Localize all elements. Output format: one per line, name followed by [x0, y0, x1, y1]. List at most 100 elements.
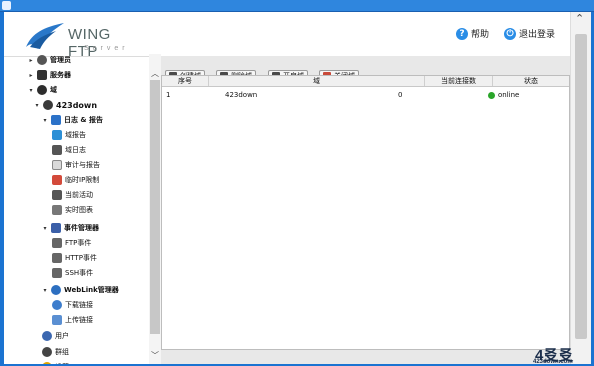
page-scrollbar[interactable]: ⌃: [570, 12, 591, 364]
tree-label: SSH事件: [65, 269, 94, 277]
brand-subtitle: Server: [84, 45, 129, 52]
tree-label: 423down: [56, 100, 98, 110]
tree-item-http-event[interactable]: HTTP事件: [52, 252, 97, 264]
tree-item-users[interactable]: 用户: [42, 330, 69, 342]
domain-icon: [43, 100, 53, 110]
domains-table: 序号 域 当前连接数 状态 1 423down 0 online: [161, 75, 570, 350]
wingftp-logo: WING FTP Server: [22, 21, 125, 60]
tree-item-temp-ip[interactable]: 临时IP限制: [52, 174, 99, 186]
column-header-connections[interactable]: 当前连接数: [425, 76, 493, 86]
tree-item-domain-log[interactable]: 域日志: [52, 144, 86, 156]
tree-item-domain-423down[interactable]: ▾ 423down: [34, 99, 97, 111]
collapse-arrow-icon[interactable]: ▾: [34, 102, 40, 109]
chevron-down-icon[interactable]: ﹀: [151, 350, 159, 361]
tree-label: 服务器: [50, 71, 71, 79]
tree-item-current-activity[interactable]: 当前活动: [52, 189, 93, 201]
report-icon: [52, 130, 62, 140]
watermark-small: 423down.com: [533, 359, 573, 365]
weblink-icon: [51, 285, 61, 295]
log-book-icon: [51, 115, 61, 125]
cell-index: 1: [166, 91, 171, 99]
tree-label: 实时图表: [65, 206, 93, 214]
collapse-arrow-icon[interactable]: ▾: [28, 87, 34, 94]
tree-item-domains[interactable]: ▾ 域: [28, 84, 57, 96]
tree-label: HTTP事件: [65, 254, 97, 262]
download-icon: [52, 300, 62, 310]
collapse-arrow-icon[interactable]: ▾: [42, 225, 48, 232]
event-icon: [51, 223, 61, 233]
tree-label: 管理员: [50, 56, 71, 64]
watermark-logo: 4㕛㕛 423down.com: [533, 344, 594, 366]
http-event-icon: [52, 253, 62, 263]
domains-icon: [37, 85, 47, 95]
scroll-up-icon[interactable]: ⌃: [575, 12, 584, 25]
expand-arrow-icon[interactable]: ▸: [28, 72, 34, 79]
tree-item-ssh-event[interactable]: SSH事件: [52, 267, 93, 279]
expand-arrow-icon[interactable]: ▸: [28, 57, 34, 64]
tree-label: WebLink管理器: [64, 286, 119, 294]
tree-label: 域: [50, 86, 57, 94]
table-row[interactable]: 1 423down 0 online: [162, 88, 569, 102]
tree-label: 审计与报告: [65, 161, 100, 169]
window-titlebar: [0, 0, 594, 12]
sidebar-tree: ▸ 管理员 ▸ 服务器 ▾ 域 ▾ 423down ▾ 日志 & 报告 域报告: [22, 54, 149, 364]
group-icon: [42, 347, 52, 357]
ssh-event-icon: [52, 268, 62, 278]
tree-item-audit-report[interactable]: 审计与报告: [52, 159, 100, 171]
document-icon: [52, 160, 62, 170]
help-icon: ?: [456, 27, 468, 40]
server-icon: [37, 70, 47, 80]
settings-icon: [42, 362, 52, 364]
ftp-event-icon: [52, 238, 62, 248]
column-header-domain[interactable]: 域: [209, 76, 425, 86]
help-link[interactable]: ? 帮助: [456, 27, 489, 40]
cell-connections: 0: [398, 91, 403, 99]
header-bar: WING FTP Server ? 帮助 ⏻ 退出登录: [4, 12, 570, 60]
tree-item-weblink-manager[interactable]: ▾ WebLink管理器: [42, 284, 119, 296]
power-icon: ⏻: [504, 27, 516, 40]
tree-item-ftp-event[interactable]: FTP事件: [52, 237, 91, 249]
logout-link[interactable]: ⏻ 退出登录: [504, 27, 555, 40]
user-icon: [42, 331, 52, 341]
tree-item-logs-reports[interactable]: ▾ 日志 & 报告: [42, 114, 103, 126]
cell-status: online: [488, 91, 519, 99]
page-scroll-thumb[interactable]: [575, 34, 587, 339]
tree-label: 下载链接: [65, 301, 93, 309]
online-status-icon: [488, 91, 495, 99]
sidebar-scrollbar[interactable]: ︿ ﹀: [149, 54, 161, 364]
tree-item-event-manager[interactable]: ▾ 事件管理器: [42, 222, 99, 234]
wing-logo-icon: [26, 23, 64, 49]
domain-panel: 创建域 删除域 开启域 关闭域 序号 域 当前连接数 状态 1 423down …: [161, 56, 570, 364]
logout-label: 退出登录: [519, 30, 556, 40]
chart-icon: [52, 205, 62, 215]
cell-domain: 423down: [225, 91, 258, 99]
tree-item-domain-report[interactable]: 域报告: [52, 129, 86, 141]
tree-label: 群组: [55, 348, 69, 356]
tree-item-servers[interactable]: ▸ 服务器: [28, 69, 71, 81]
app-window-icon: [2, 1, 11, 10]
tree-item-realtime-chart[interactable]: 实时图表: [52, 204, 93, 216]
tree-item-groups[interactable]: 群组: [42, 346, 69, 358]
chevron-up-icon[interactable]: ︿: [151, 68, 159, 79]
column-header-status[interactable]: 状态: [493, 76, 569, 86]
table-header: 序号 域 当前连接数 状态: [162, 76, 569, 87]
tree-label: 域日志: [65, 146, 86, 154]
tree-label: 设置: [55, 362, 69, 364]
column-header-index[interactable]: 序号: [162, 76, 209, 86]
tree-item-upload-links[interactable]: 上传链接: [52, 314, 93, 326]
collapse-arrow-icon[interactable]: ▾: [42, 287, 48, 294]
app-frame: WING FTP Server ? 帮助 ⏻ 退出登录 ⌃ ▸ 管理员 ▸ 服务…: [4, 12, 591, 364]
sidebar-scroll-thumb[interactable]: [150, 80, 160, 334]
tree-label: FTP事件: [65, 239, 92, 247]
tree-item-settings[interactable]: 设置: [42, 361, 69, 364]
activity-icon: [52, 190, 62, 200]
tree-item-admins[interactable]: ▸ 管理员: [28, 54, 71, 66]
tree-label: 临时IP限制: [65, 176, 100, 184]
tree-label: 当前活动: [65, 191, 93, 199]
blocked-ip-icon: [52, 175, 62, 185]
status-text: online: [498, 91, 520, 99]
tree-item-download-links[interactable]: 下载链接: [52, 299, 93, 311]
collapse-arrow-icon[interactable]: ▾: [42, 117, 48, 124]
tree-label: 域报告: [65, 131, 86, 139]
tree-label: 用户: [55, 332, 69, 340]
